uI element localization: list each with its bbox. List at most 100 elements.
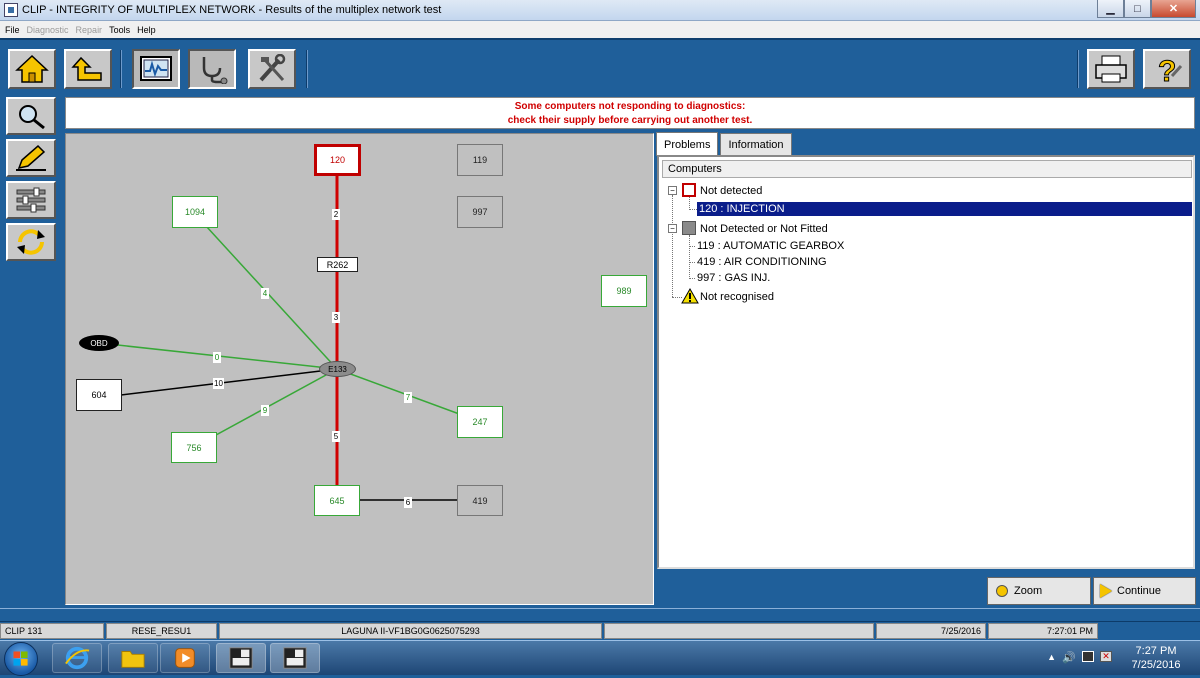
clip-app-icon (283, 647, 307, 669)
home-icon (15, 54, 49, 83)
continue-button[interactable]: Continue (1093, 577, 1196, 605)
collapse-not-detected[interactable]: − (668, 186, 677, 195)
clock-date[interactable]: 7/25/2016 (1126, 659, 1186, 671)
diagnostic-button[interactable] (188, 49, 236, 89)
taskbar-media-player[interactable] (160, 643, 210, 673)
status-bar: CLIP 131 RESE_RESU1 LAGUNA II-VF1BG0G062… (0, 623, 1200, 639)
action-center-icon[interactable] (1082, 651, 1094, 662)
menu-tools[interactable]: Tools (109, 25, 130, 35)
node-e133[interactable]: E133 (319, 361, 356, 377)
svg-text:?: ? (1158, 55, 1176, 84)
results-panel: Problems Information Computers − Not det… (656, 132, 1200, 605)
zoom-label: Zoom (1014, 585, 1043, 597)
node-119[interactable]: 119 (457, 144, 503, 176)
tree-item-419[interactable]: 419 : AIR CONDITIONING (697, 255, 827, 269)
warning-icon (681, 288, 699, 304)
toolbar-separator (306, 50, 308, 88)
play-arrow-icon (1100, 584, 1112, 598)
link-label-4: 4 (261, 288, 269, 299)
up-arrow-icon (71, 56, 102, 81)
computers-tree: Computers − Not detected 120 : INJECTION… (657, 155, 1195, 569)
continue-label: Continue (1117, 585, 1162, 597)
window-title: CLIP - INTEGRITY OF MULTIPLEX NETWORK - … (22, 4, 442, 16)
node-r262[interactable]: R262 (317, 257, 358, 272)
back-button[interactable] (64, 49, 112, 89)
media-player-icon (175, 648, 195, 668)
search-tool-button[interactable] (6, 97, 56, 135)
edit-tool-button[interactable] (6, 139, 56, 177)
pencil-icon (16, 144, 46, 171)
tab-problems[interactable]: Problems (656, 132, 719, 156)
node-604[interactable]: 604 (76, 379, 122, 411)
link-label-10: 10 (213, 378, 224, 389)
clip-app-icon (229, 647, 253, 669)
show-hidden-icons[interactable]: ▲ (1047, 652, 1056, 662)
tree-item-not-recognised[interactable]: Not recognised (700, 290, 774, 304)
title-bar: CLIP - INTEGRITY OF MULTIPLEX NETWORK - … (0, 0, 1200, 21)
clock-time[interactable]: 7:27 PM (1126, 645, 1186, 657)
menu-help[interactable]: Help (137, 25, 156, 35)
window-controls: ▁ □ ✕ (1097, 0, 1196, 18)
status-time: 7:27:01 PM (988, 623, 1098, 639)
tab-information[interactable]: Information (720, 133, 792, 155)
help-button[interactable]: ? (1143, 49, 1191, 89)
stethoscope-icon (202, 57, 228, 84)
home-button[interactable] (8, 49, 56, 89)
refresh-tool-button[interactable] (6, 223, 56, 261)
network-icon[interactable]: ✕ (1100, 651, 1112, 662)
results-tabs: Problems Information (656, 132, 794, 156)
menu-file[interactable]: File (5, 25, 20, 35)
start-button[interactable] (4, 642, 38, 676)
measure-button[interactable] (132, 49, 180, 89)
node-756[interactable]: 756 (171, 432, 217, 463)
node-997[interactable]: 997 (457, 196, 503, 228)
banner-line-1: Some computers not responding to diagnos… (514, 101, 746, 112)
taskbar: ▲ 🔊 ✕ 7:27 PM 7/25/2016 (0, 640, 1200, 676)
tree-item-not-fitted[interactable]: Not Detected or Not Fitted (700, 222, 828, 236)
link-604-e133 (120, 368, 338, 396)
configuration-tool-button[interactable] (6, 181, 56, 219)
status-clip: CLIP 131 (0, 623, 104, 639)
close-button[interactable]: ✕ (1151, 0, 1196, 18)
node-989[interactable]: 989 (601, 275, 647, 307)
link-label-0: 0 (213, 352, 221, 363)
node-645[interactable]: 645 (314, 485, 360, 516)
link-label-7: 7 (404, 392, 412, 403)
help-icon: ? (1158, 55, 1183, 84)
toolbar-separator (1077, 50, 1079, 88)
magnifier-icon (19, 105, 45, 130)
node-419[interactable]: 419 (457, 485, 503, 516)
menu-diagnostic: Diagnostic (26, 24, 69, 35)
app-icon (4, 3, 18, 17)
maximize-button[interactable]: □ (1124, 0, 1151, 18)
tree-item-997[interactable]: 997 : GAS INJ. (697, 271, 770, 285)
node-247[interactable]: 247 (457, 406, 503, 438)
taskbar-clip-2[interactable] (270, 643, 320, 673)
zoom-button[interactable]: Zoom (987, 577, 1091, 605)
node-120[interactable]: 120 (314, 144, 361, 176)
refresh-icon (17, 229, 45, 255)
node-obd[interactable]: OBD (79, 335, 119, 351)
link-label-9: 9 (261, 405, 269, 416)
tree-item-not-detected[interactable]: Not detected (700, 184, 762, 198)
tree-item-120[interactable]: 120 : INJECTION (697, 202, 1192, 216)
taskbar-file-explorer[interactable] (108, 643, 158, 673)
print-button[interactable] (1087, 49, 1135, 89)
tree-item-119[interactable]: 119 : AUTOMATIC GEARBOX (697, 239, 844, 253)
warning-banner: Some computers not responding to diagnos… (65, 97, 1195, 129)
repair-button[interactable] (248, 49, 296, 89)
collapse-not-fitted[interactable]: − (668, 224, 677, 233)
taskbar-clip-1[interactable] (216, 643, 266, 673)
network-links (98, 160, 482, 501)
zoom-icon (996, 585, 1008, 597)
volume-icon[interactable]: 🔊 (1062, 651, 1076, 664)
taskbar-internet-explorer[interactable] (52, 643, 102, 673)
folder-icon (121, 651, 145, 668)
sliders-icon (16, 187, 46, 213)
node-1094[interactable]: 1094 (172, 196, 218, 228)
toolbar-separator (120, 50, 122, 88)
minimize-button[interactable]: ▁ (1097, 0, 1124, 18)
link-label-6: 6 (404, 497, 412, 508)
banner-line-2: check their supply before carrying out a… (507, 115, 753, 126)
windows-logo-icon (13, 651, 28, 666)
